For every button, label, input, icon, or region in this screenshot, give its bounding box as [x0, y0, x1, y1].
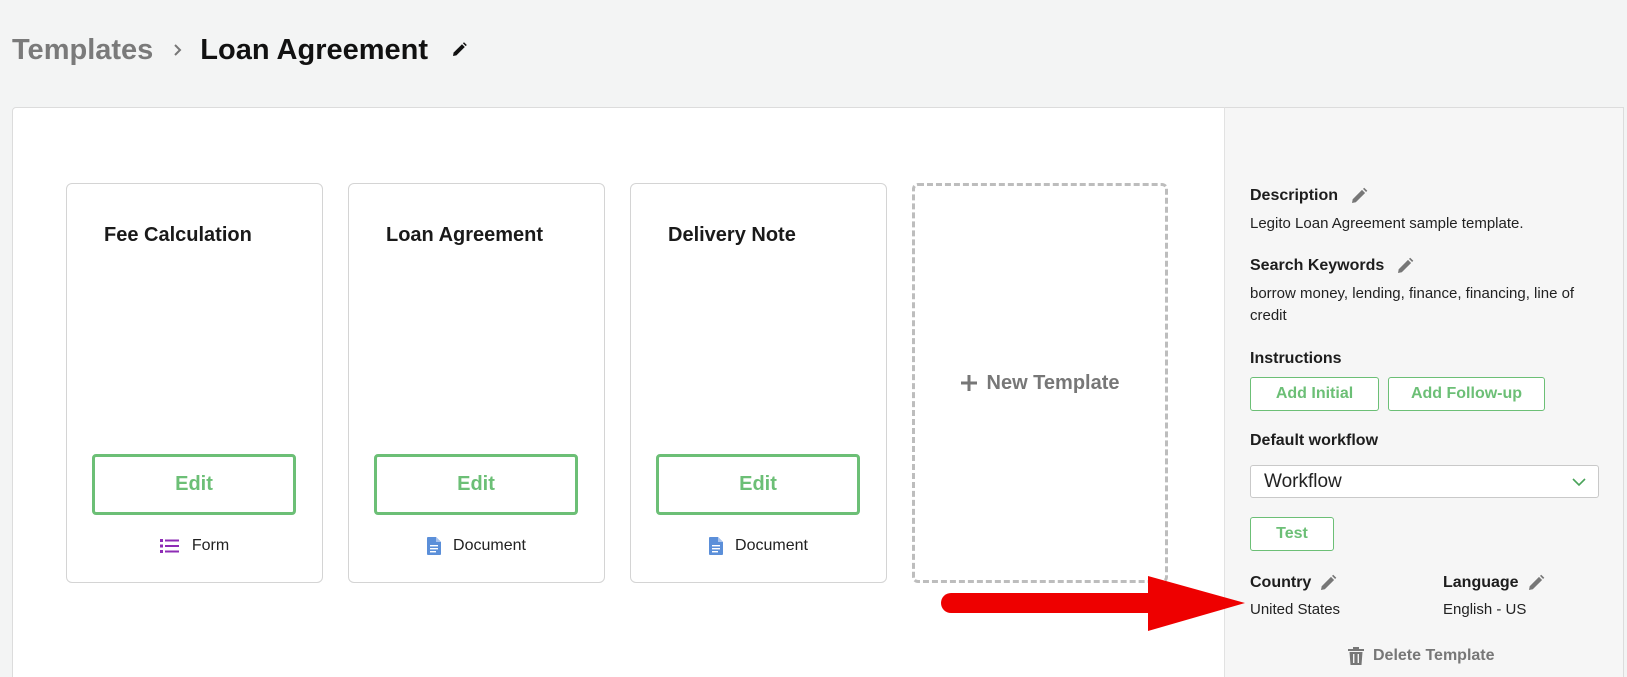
document-icon	[427, 537, 442, 555]
trash-icon	[1348, 647, 1364, 665]
edit-language-pencil-icon[interactable]	[1527, 574, 1545, 592]
delete-template-button[interactable]: Delete Template	[1348, 647, 1495, 665]
test-workflow-button[interactable]: Test	[1250, 517, 1334, 551]
list-icon	[159, 538, 180, 554]
default-workflow-label: Default workflow	[1250, 432, 1378, 450]
card-title: Fee Calculation	[104, 224, 252, 246]
template-card-loan-agreement: Loan Agreement Edit Document	[348, 183, 605, 583]
delete-template-label: Delete Template	[1373, 647, 1495, 664]
card-type: Document	[631, 537, 886, 555]
default-workflow-label-text: Default workflow	[1250, 432, 1379, 449]
search-keywords-value: borrow money, lending, finance, financin…	[1250, 285, 1575, 324]
plus-icon	[960, 375, 977, 391]
workflow-select[interactable]: Workflow	[1250, 465, 1599, 498]
edit-description-pencil-icon[interactable]	[1350, 187, 1368, 205]
add-followup-button[interactable]: Add Follow-up	[1388, 377, 1545, 411]
document-icon	[709, 537, 724, 555]
edit-button[interactable]: Edit	[656, 454, 860, 515]
language-value: English - US	[1443, 601, 1527, 618]
edit-keywords-pencil-icon[interactable]	[1396, 257, 1414, 275]
card-type: Document	[349, 537, 604, 555]
country-value: United States	[1250, 601, 1341, 618]
breadcrumb-templates-link[interactable]: Templates	[12, 34, 153, 67]
instructions-label-text: Instructions	[1250, 350, 1342, 367]
annotation-arrow	[941, 576, 1245, 631]
card-type-label: Document	[453, 537, 526, 554]
description-label: Description	[1250, 187, 1368, 205]
add-initial-button[interactable]: Add Initial	[1250, 377, 1379, 411]
search-keywords-label-text: Search Keywords	[1250, 257, 1385, 274]
instructions-label: Instructions	[1250, 350, 1342, 368]
new-template-button[interactable]: New Template	[912, 183, 1168, 583]
language-label-text: Language	[1443, 574, 1519, 591]
template-card-delivery-note: Delivery Note Edit Document	[630, 183, 887, 583]
country-label: Country	[1250, 574, 1337, 592]
chevron-down-icon	[1572, 471, 1586, 493]
search-keywords-label: Search Keywords	[1250, 257, 1414, 275]
language-label: Language	[1443, 574, 1545, 592]
card-title: Delivery Note	[668, 224, 796, 246]
edit-button[interactable]: Edit	[92, 454, 296, 515]
edit-button[interactable]: Edit	[374, 454, 578, 515]
edit-title-pencil-icon[interactable]	[450, 41, 468, 59]
country-label-text: Country	[1250, 574, 1312, 591]
template-card-fee-calculation: Fee Calculation Edit Form	[66, 183, 323, 583]
page-title: Loan Agreement	[200, 33, 429, 66]
description-value: Legito Loan Agreement sample template.	[1250, 215, 1524, 232]
edit-country-pencil-icon[interactable]	[1319, 574, 1337, 592]
card-title: Loan Agreement	[386, 224, 544, 246]
card-type-label: Document	[735, 537, 808, 554]
card-type-label: Form	[191, 537, 230, 554]
breadcrumb: Templates Loan Agreement	[12, 30, 468, 70]
chevron-right-icon	[173, 43, 182, 57]
new-template-label: New Template	[986, 371, 1120, 394]
card-type: Form	[67, 537, 322, 555]
workflow-selected-value: Workflow	[1264, 470, 1342, 492]
description-label-text: Description	[1250, 187, 1339, 204]
